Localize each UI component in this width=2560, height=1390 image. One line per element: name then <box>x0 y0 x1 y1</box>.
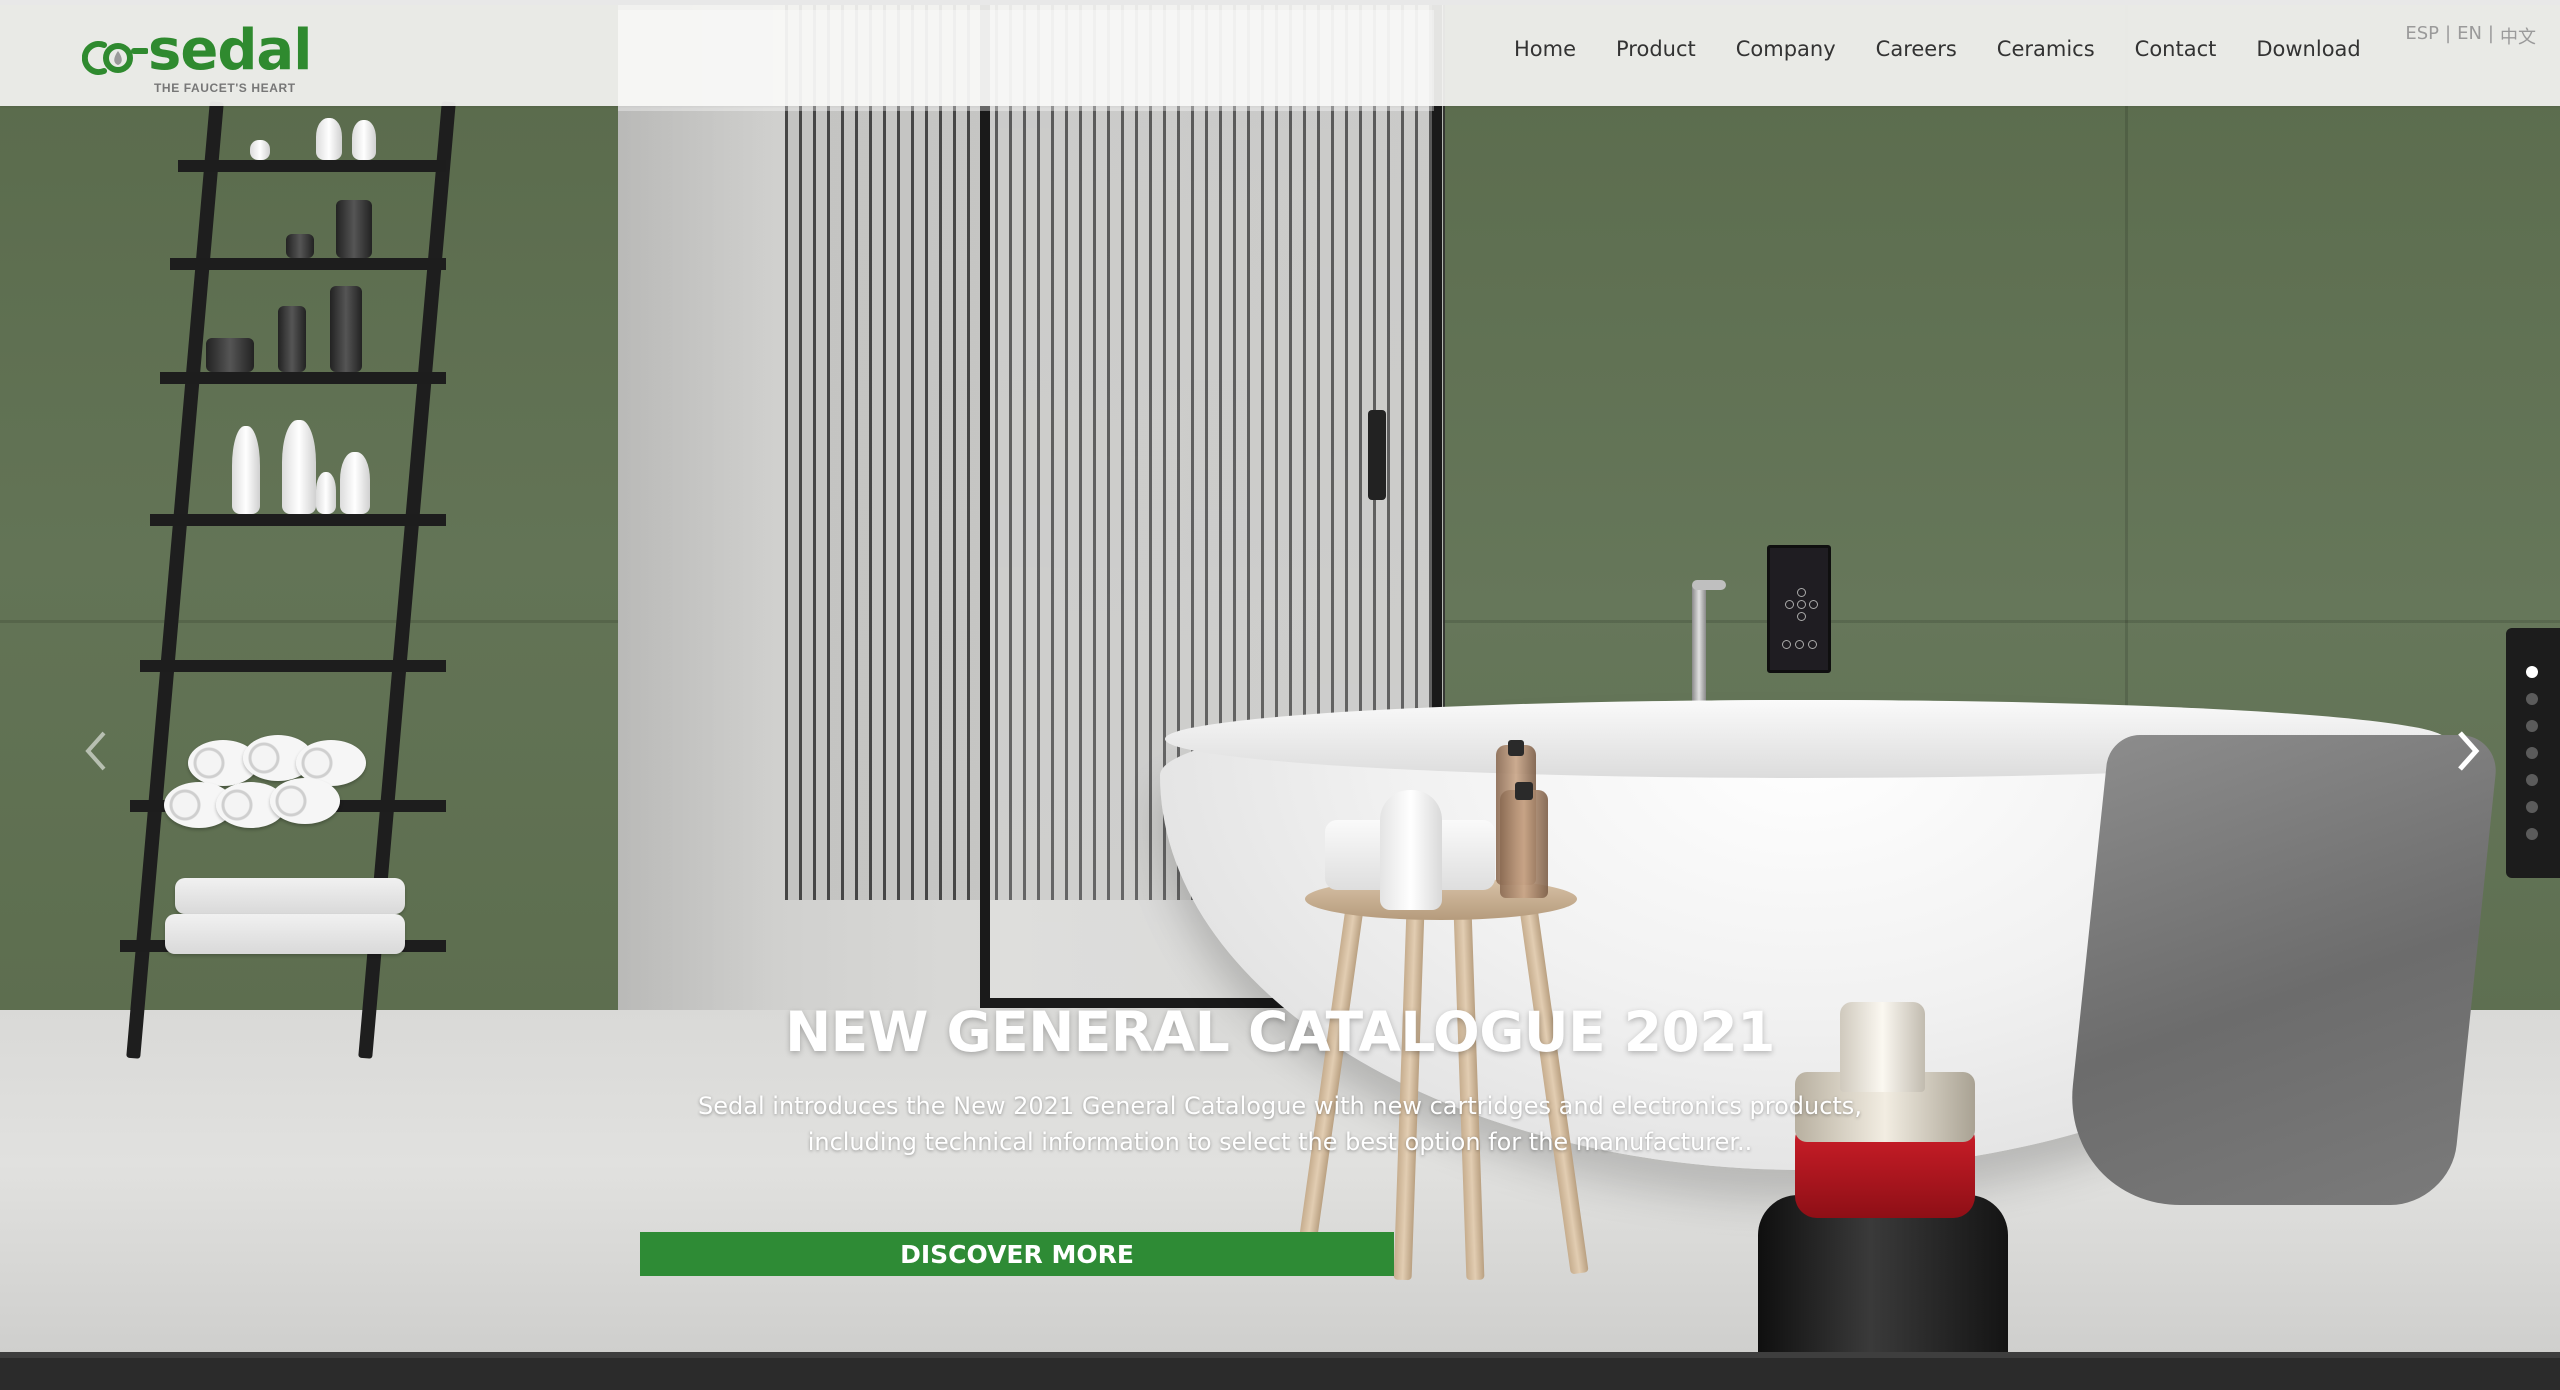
nav-careers[interactable]: Careers <box>1876 37 1957 61</box>
thermostat-panel <box>1767 545 1831 673</box>
nav-home[interactable]: Home <box>1514 37 1576 61</box>
wall-seam <box>0 620 620 623</box>
slide-dot-4[interactable] <box>2526 747 2538 759</box>
nav-contact[interactable]: Contact <box>2135 37 2217 61</box>
nav-ceramics[interactable]: Ceramics <box>1997 37 2095 61</box>
vase <box>250 140 270 160</box>
slide-dot-6[interactable] <box>2526 801 2538 813</box>
discover-more-button[interactable]: DISCOVER MORE <box>640 1232 1394 1276</box>
logo-wordmark: sedal <box>148 18 312 83</box>
faucet-drop-logo-icon <box>82 41 148 75</box>
folded-towels <box>165 914 405 954</box>
concrete-shade <box>618 0 778 1012</box>
lang-esp[interactable]: ESP <box>2405 23 2439 49</box>
slider-prev-button[interactable] <box>76 725 116 777</box>
jar <box>278 306 306 372</box>
wall-seam <box>1440 620 2560 623</box>
chevron-right-icon <box>2458 731 2480 771</box>
language-switcher: ESP | EN | 中文 <box>2405 23 2536 49</box>
jar <box>330 286 362 372</box>
nav-product[interactable]: Product <box>1616 37 1696 61</box>
slide-dot-3[interactable] <box>2526 720 2538 732</box>
bottle-cap <box>1515 782 1533 800</box>
tub-faucet-arm <box>1692 580 1726 590</box>
slide-description: Sedal introduces the New 2021 General Ca… <box>698 1092 1862 1156</box>
main-nav: Home Product Company Careers Ceramics Co… <box>1514 37 2401 61</box>
site-header: sedal THE FAUCET'S HEART Home Product Co… <box>0 0 2560 111</box>
shower-mixer <box>1368 410 1386 500</box>
slide-dot-5[interactable] <box>2526 774 2538 786</box>
logo-tagline: THE FAUCET'S HEART <box>154 81 296 95</box>
header-overlay <box>618 10 1434 111</box>
nav-download[interactable]: Download <box>2256 37 2360 61</box>
lang-en[interactable]: EN <box>2457 23 2482 49</box>
slide-title: NEW GENERAL CATALOGUE 2021 <box>785 1000 1775 1064</box>
sedal-logo[interactable]: sedal THE FAUCET'S HEART <box>82 23 312 97</box>
slide-dot-1[interactable] <box>2526 666 2538 678</box>
slider-next-button[interactable] <box>2448 725 2488 777</box>
nav-company[interactable]: Company <box>1736 37 1836 61</box>
white-vase <box>1380 790 1442 910</box>
slide-dot-2[interactable] <box>2526 693 2538 705</box>
shelf <box>150 514 446 526</box>
slide-dot-7[interactable] <box>2526 828 2538 840</box>
shelf <box>170 258 446 270</box>
vase <box>316 472 336 514</box>
jar <box>286 234 314 258</box>
folded-towels <box>175 878 405 914</box>
vase <box>352 120 376 160</box>
lang-separator: | <box>2445 23 2452 44</box>
lang-zh[interactable]: 中文 <box>2500 23 2536 49</box>
vase <box>340 452 370 514</box>
jar <box>336 200 372 258</box>
cartridge-body <box>1758 1195 2008 1352</box>
jar <box>206 338 254 372</box>
chevron-left-icon <box>85 731 106 771</box>
bottle <box>1500 790 1548 898</box>
shelf <box>160 372 446 384</box>
lang-separator: | <box>2487 23 2494 44</box>
shelf <box>178 160 446 172</box>
towel-roll <box>270 778 340 824</box>
slide-pagination <box>2506 628 2560 878</box>
vase <box>282 420 316 514</box>
bottle-cap <box>1508 740 1524 756</box>
shelf <box>140 660 446 672</box>
tub-faucet <box>1692 585 1706 710</box>
footer-strip-edge <box>0 1352 2560 1358</box>
vase <box>316 118 342 160</box>
grey-towel <box>2060 735 2500 1205</box>
vase <box>232 426 260 514</box>
